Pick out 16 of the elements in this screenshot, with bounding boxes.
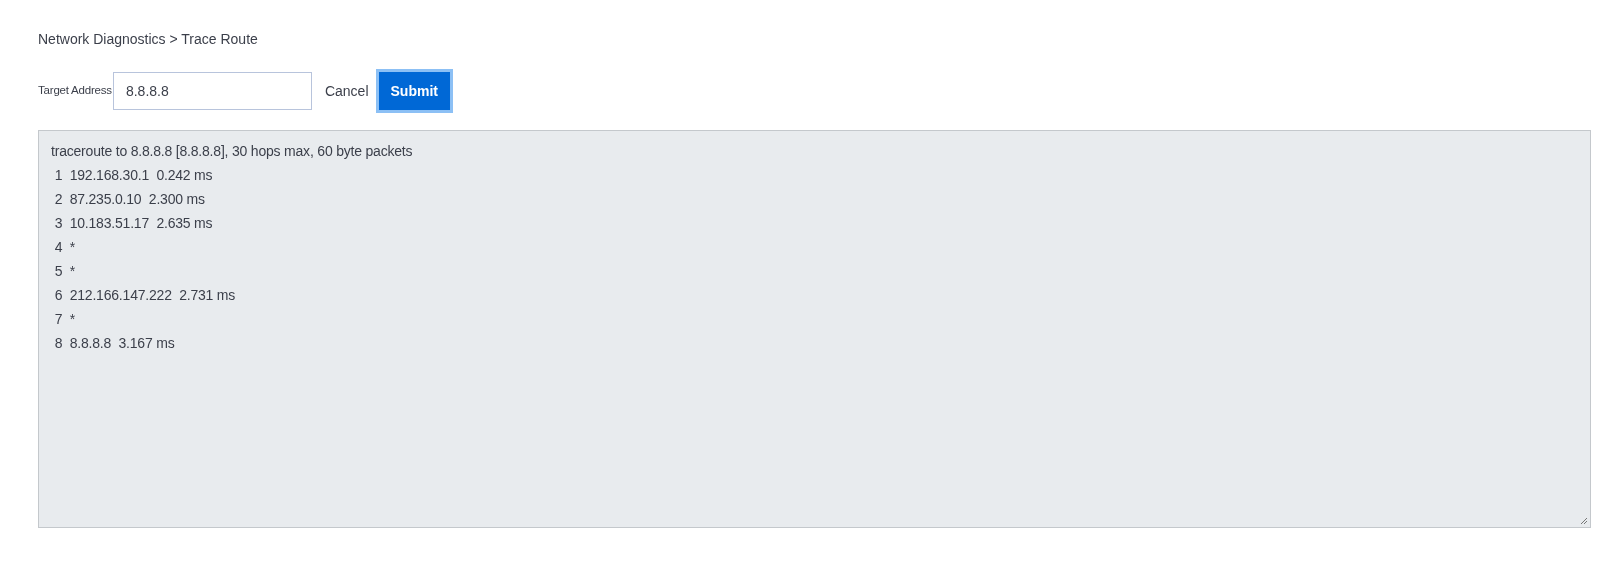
output-area[interactable]: traceroute to 8.8.8.8 [8.8.8.8], 30 hops max, 60 byte packets 1 192.168.30.1 0.242 ms 2 87.235.0.10 2.300 ms 3 10.183.51.17 2.635 ms 4 * 5 * 6 212.166.147.222 2.731 ms 7 * 8 8.8.8.8 3.167 ms — [38, 130, 1591, 528]
output-line: 1 192.168.30.1 0.242 ms — [53, 166, 213, 185]
output-line: 3 10.183.51.17 2.635 ms — [53, 214, 213, 233]
breadcrumb: Network Diagnostics > Trace Route — [38, 30, 258, 49]
output-line: 6 212.166.147.222 2.731 ms — [53, 286, 236, 305]
output-line: 7 * — [53, 310, 75, 329]
output-line: 2 87.235.0.10 2.300 ms — [53, 190, 205, 209]
output-line: 8 8.8.8.8 3.167 ms — [53, 334, 175, 353]
output-line: 5 * — [53, 262, 75, 281]
output-line: traceroute to 8.8.8.8 [8.8.8.8], 30 hops max, 60 byte packets — [51, 142, 413, 161]
resize-grip-icon[interactable] — [1580, 517, 1588, 525]
target-address-field[interactable]: 8.8.8.8 — [112, 72, 312, 110]
submit-button[interactable]: Submit — [378, 72, 450, 110]
field-label: Target Address — [38, 83, 112, 99]
output-line: 4 * — [53, 238, 75, 257]
cancel-button[interactable]: Cancel — [323, 72, 370, 110]
